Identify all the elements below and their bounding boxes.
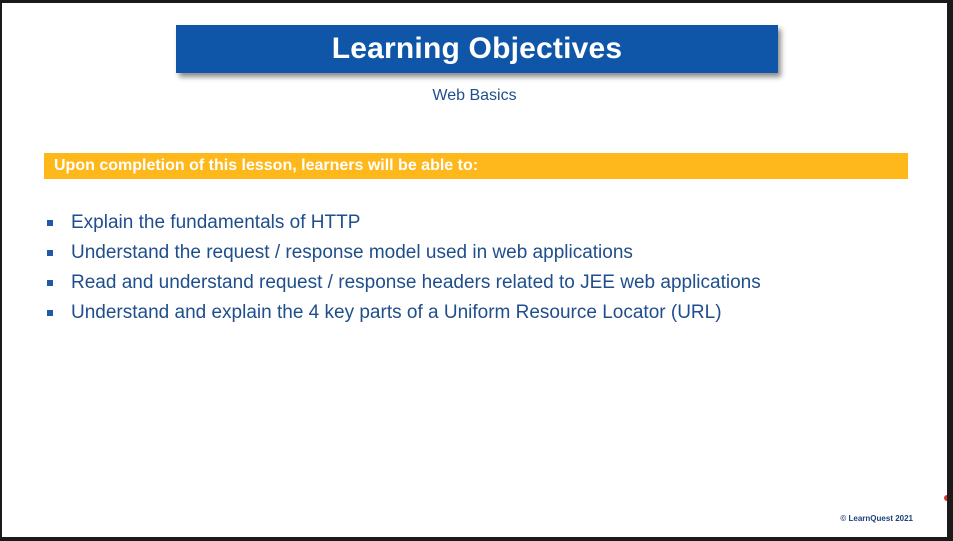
objectives-list: Explain the fundamentals of HTTP Underst… bbox=[44, 208, 761, 328]
slide-frame: Learning Objectives Web Basics Upon comp… bbox=[2, 3, 947, 537]
objectives-banner: Upon completion of this lesson, learners… bbox=[44, 153, 908, 179]
objective-text: Understand the request / response model … bbox=[71, 242, 633, 263]
slide-title: Learning Objectives bbox=[331, 32, 623, 65]
list-item: Read and understand request / response h… bbox=[44, 268, 761, 298]
banner-text: Upon completion of this lesson, learners… bbox=[54, 157, 479, 174]
objective-text: Understand and explain the 4 key parts o… bbox=[71, 302, 722, 323]
square-bullet-icon bbox=[47, 310, 53, 316]
title-bar: Learning Objectives bbox=[176, 25, 778, 73]
cursor-dot-icon bbox=[944, 495, 947, 501]
square-bullet-icon bbox=[47, 250, 53, 256]
square-bullet-icon bbox=[47, 280, 53, 286]
objective-text: Read and understand request / response h… bbox=[71, 272, 761, 293]
slide-subtitle: Web Basics bbox=[432, 87, 517, 104]
objective-text: Explain the fundamentals of HTTP bbox=[71, 212, 361, 233]
list-item: Understand the request / response model … bbox=[44, 238, 761, 268]
copyright-notice: © LearnQuest 2021 bbox=[840, 514, 913, 523]
square-bullet-icon bbox=[47, 220, 53, 226]
list-item: Understand and explain the 4 key parts o… bbox=[44, 298, 761, 328]
list-item: Explain the fundamentals of HTTP bbox=[44, 208, 761, 238]
